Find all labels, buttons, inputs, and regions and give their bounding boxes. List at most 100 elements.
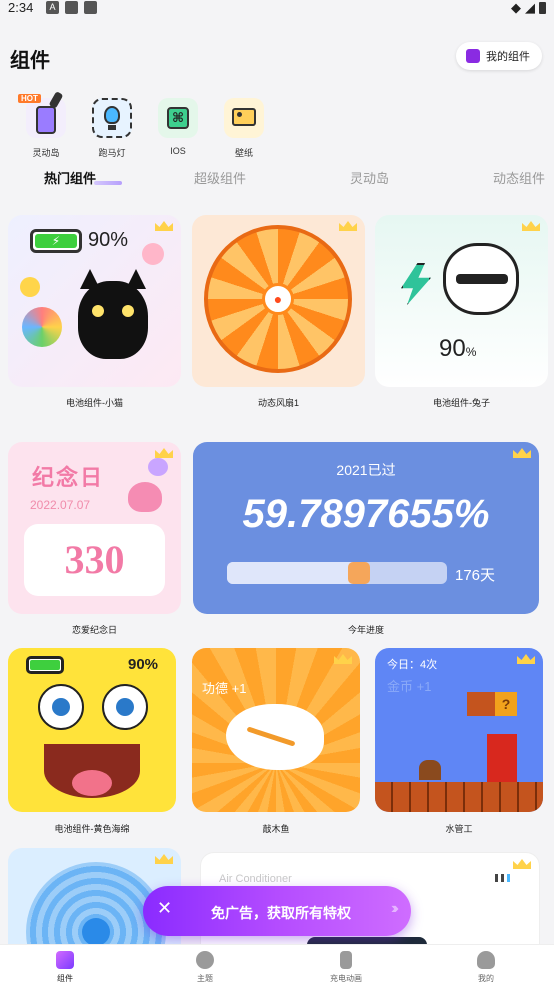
widget-caption: 水管工 <box>445 824 473 834</box>
year-percent: 59.7897655% <box>242 492 490 536</box>
category-row: HOT 灵动岛 跑马灯 ⌘ IOS 壁纸 <box>0 91 554 162</box>
hot-badge: HOT <box>18 94 41 103</box>
widget-icon <box>56 951 74 969</box>
notification-icon <box>84 1 97 14</box>
crown-icon <box>337 217 359 233</box>
category-wallpaper[interactable]: 壁纸 <box>214 92 274 159</box>
aircon-label: Air Conditioner <box>219 873 292 885</box>
heart-icon <box>128 482 162 512</box>
crown-icon <box>153 850 175 866</box>
widget-fan[interactable]: ● <box>192 215 365 387</box>
crown-icon <box>153 444 175 460</box>
year-heading: 2021已过 <box>336 462 396 478</box>
widget-caption: 电池组件-小猫 <box>66 398 123 408</box>
rabbit-illustration <box>443 243 519 315</box>
category-label: 壁纸 <box>234 148 253 158</box>
battery-percent: 90% <box>128 656 159 673</box>
days-elapsed: 176天 <box>455 567 496 584</box>
crown-icon <box>511 444 533 460</box>
battery-percent: 90 <box>439 335 466 362</box>
charging-icon <box>340 951 352 969</box>
my-widgets-button[interactable]: 我的组件 <box>456 42 542 70</box>
nav-profile[interactable]: 我的 <box>451 951 521 984</box>
profile-icon <box>477 951 495 969</box>
wifi-icon: ◆ <box>511 0 521 15</box>
category-label: 跑马灯 <box>98 148 126 158</box>
heart-icon <box>148 458 168 476</box>
widget-battery-cat[interactable]: ⚡ 90% <box>8 215 181 387</box>
crown-icon <box>153 217 175 233</box>
widget-caption: 电池组件-黄色海绵 <box>54 824 130 834</box>
chevron-right-icon: ››› <box>391 900 399 917</box>
notification-icon: A <box>46 1 59 14</box>
command-icon: ⌘ <box>158 98 198 138</box>
wooden-fish-icon <box>226 704 324 770</box>
days-count: 330 <box>64 537 125 582</box>
mouth <box>44 744 140 798</box>
battery-unit: % <box>465 345 477 359</box>
eye-left <box>38 684 84 730</box>
notification-icon <box>65 1 78 14</box>
flame-icon: ● <box>262 283 294 315</box>
eye-right <box>102 684 148 730</box>
close-icon[interactable]: ✕ <box>157 898 172 919</box>
category-label: 灵动岛 <box>32 148 60 158</box>
nav-label: 我的 <box>478 974 494 983</box>
widget-anniversary[interactable]: 纪念日 2022.07.07 330 <box>8 442 181 614</box>
pinwheel-icon <box>22 307 62 347</box>
crown-icon <box>515 650 537 666</box>
tab-super-widgets[interactable]: 超级组件 <box>194 168 246 187</box>
widget-caption: 电池组件-兔子 <box>433 398 490 408</box>
widget-battery-rabbit[interactable]: 90% <box>375 215 548 387</box>
widget-wooden-fish[interactable]: 功德 +1 <box>192 648 360 812</box>
mario-sprite <box>487 734 517 782</box>
category-marquee[interactable]: 跑马灯 <box>82 92 142 159</box>
status-bar: 2:34 A ◆ ◢ <box>0 0 554 16</box>
widget-battery-spongebob[interactable]: 90% <box>8 648 176 812</box>
tab-bar: 热门组件 超级组件 灵动岛 动态组件 <box>0 168 554 192</box>
flower-icon <box>142 243 164 265</box>
tab-indicator <box>94 181 122 185</box>
progress-fill <box>227 562 359 584</box>
widget-caption: 今年进度 <box>347 625 384 635</box>
widget-caption: 动态风扇1 <box>257 398 299 408</box>
nav-label: 充电动画 <box>330 974 362 983</box>
goomba-sprite <box>419 760 441 780</box>
bolt-icon <box>401 263 431 305</box>
tab-hot-widgets[interactable]: 热门组件 <box>44 168 96 187</box>
widget-year-progress[interactable]: 2021已过 59.7897655% 176天 <box>193 442 539 614</box>
promo-text: 免广告，获取所有特权 <box>211 905 351 921</box>
anniversary-title: 纪念日 <box>32 465 105 490</box>
crown-icon <box>520 217 542 233</box>
today-count: 今日：4次 <box>387 659 438 671</box>
progress-knob <box>348 562 370 584</box>
days-box: 330 <box>24 524 165 596</box>
crown-icon <box>511 855 533 871</box>
anniversary-date: 2022.07.07 <box>30 498 91 512</box>
lightbulb-icon <box>92 98 132 138</box>
nav-widgets[interactable]: 组件 <box>30 951 100 984</box>
widget-caption: 敲木鱼 <box>262 824 290 834</box>
progress-track <box>227 562 447 584</box>
tab-dynamic-island[interactable]: 灵动岛 <box>350 168 389 187</box>
nav-label: 组件 <box>57 974 73 983</box>
cat-illustration <box>78 269 148 359</box>
tab-dynamic-widgets[interactable]: 动态组件 <box>493 168 545 187</box>
category-dynamic-island[interactable]: HOT 灵动岛 <box>16 91 76 159</box>
nav-themes[interactable]: 主题 <box>170 951 240 984</box>
category-ios[interactable]: ⌘ IOS <box>148 92 208 156</box>
bottom-nav: 组件 主题 充电动画 我的 <box>0 944 554 992</box>
fan-illustration: ● <box>204 225 352 373</box>
status-time: 2:34 <box>8 0 34 15</box>
crown-icon <box>332 650 354 666</box>
battery-percent: 90% <box>88 229 129 251</box>
merit-text: 功德 +1 <box>202 681 247 696</box>
widget-plumber[interactable]: 今日：4次 金币 +1 ? <box>375 648 543 812</box>
question-block: ? <box>495 692 517 716</box>
nav-label: 主题 <box>197 974 213 983</box>
battery-icon: ⚡ <box>30 229 82 253</box>
nav-charging[interactable]: 充电动画 <box>311 951 381 984</box>
palette-icon <box>196 951 214 969</box>
promo-banner[interactable]: ✕ 免广告，获取所有特权 ››› <box>143 886 411 936</box>
battery-icon <box>539 2 546 14</box>
